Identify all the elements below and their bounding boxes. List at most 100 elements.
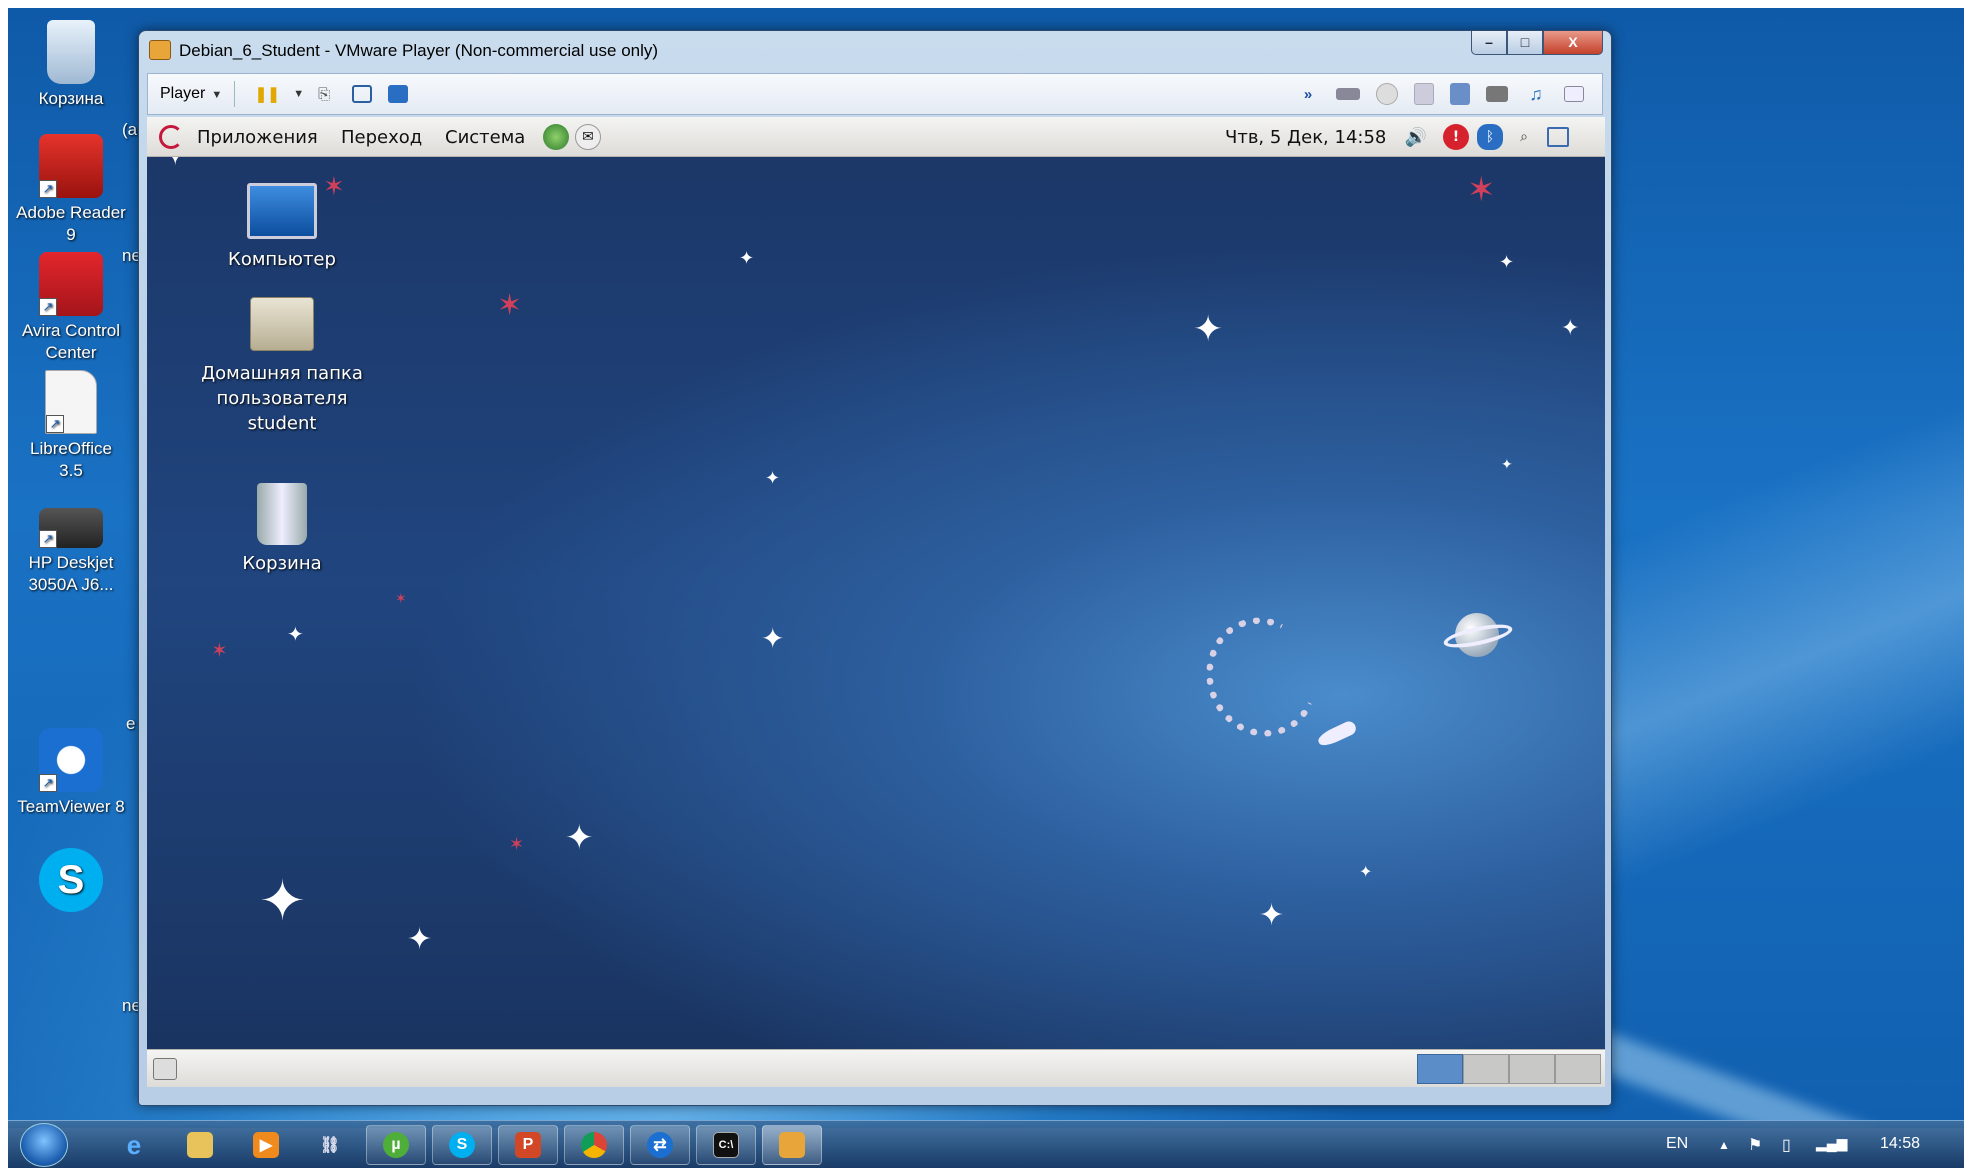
volume-icon[interactable]: 🔊 bbox=[1403, 124, 1429, 150]
star-decoration: ✶ bbox=[1467, 171, 1496, 209]
desktop-partial-label: (a bbox=[122, 120, 138, 139]
star-decoration: ✦ bbox=[1501, 456, 1513, 472]
unity-icon[interactable] bbox=[388, 85, 409, 103]
taskbar-cmd[interactable]: C:\ bbox=[696, 1125, 756, 1165]
chevron-down-icon: ▼ bbox=[211, 89, 223, 101]
menu-system[interactable]: Система bbox=[445, 127, 525, 148]
guest-icon-computer[interactable]: Компьютер bbox=[187, 183, 377, 272]
player-menu-button[interactable]: Player ▼ bbox=[160, 85, 222, 103]
taskbar-explorer[interactable] bbox=[170, 1125, 230, 1165]
bluetooth-icon[interactable]: ᛒ bbox=[1477, 124, 1503, 150]
network-icon: ⛓ bbox=[319, 1137, 341, 1154]
guest-desktop[interactable]: ✦ ✦ ✶ ✶ ✦ ✦ ✶ ✦ ✦ ✦ ✦ ✦ ✶ ✶ ✶ ✦ ✦ ✦ ✦ ✦ … bbox=[147, 117, 1605, 1049]
printer-icon[interactable] bbox=[1486, 86, 1508, 102]
sound-card-icon[interactable]: ♫ bbox=[1524, 83, 1548, 105]
star-decoration: ✦ bbox=[565, 819, 594, 857]
floppy-icon[interactable] bbox=[1414, 83, 1434, 105]
shortcut-arrow-icon: ↗ bbox=[39, 774, 57, 792]
taskbar-vmware-player[interactable] bbox=[762, 1125, 822, 1165]
show-hidden-icons-icon[interactable]: ▲ bbox=[1718, 1138, 1730, 1152]
star-decoration: ✦ bbox=[1259, 899, 1285, 932]
taskbar-media-player[interactable]: ▶ bbox=[236, 1125, 296, 1165]
workspace-2[interactable] bbox=[1463, 1054, 1509, 1084]
guest-icon-label: Домашняя папка пользователя student bbox=[201, 363, 363, 434]
action-center-flag-icon[interactable]: ⚑ bbox=[1748, 1135, 1762, 1155]
computer-icon bbox=[247, 183, 317, 239]
desktop-icon-libreoffice[interactable]: ↗ LibreOffice 3.5 bbox=[16, 370, 126, 482]
window-titlebar[interactable]: Debian_6_Student - VMware Player (Non-co… bbox=[139, 31, 1611, 69]
star-decoration: ✶ bbox=[509, 834, 525, 854]
star-decoration: ✦ bbox=[1499, 252, 1515, 272]
network-signal-icon[interactable]: ▂▄▆ bbox=[1816, 1135, 1847, 1152]
workspace-4[interactable] bbox=[1555, 1054, 1601, 1084]
vmware-app-icon bbox=[149, 40, 171, 60]
full-screen-icon[interactable] bbox=[352, 85, 373, 103]
vmware-toolbar: Player ▼ ❚❚ ▼ ⎘ » ♫ bbox=[147, 73, 1603, 115]
menu-places[interactable]: Переход bbox=[341, 127, 422, 148]
star-decoration: ✦ bbox=[761, 623, 785, 654]
vmware-app-icon bbox=[779, 1132, 805, 1158]
star-decoration: ✦ bbox=[1561, 315, 1580, 340]
star-decoration: ✦ bbox=[1193, 308, 1224, 349]
language-indicator[interactable]: EN bbox=[1666, 1135, 1688, 1153]
mail-launcher-icon[interactable]: ✉ bbox=[575, 124, 601, 150]
workspace-3[interactable] bbox=[1509, 1054, 1555, 1084]
search-icon[interactable]: ⌕ bbox=[1511, 124, 1537, 150]
taskbar-utorrent[interactable]: µ bbox=[366, 1125, 426, 1165]
panel-clock[interactable]: Чтв, 5 Дек, 14:58 bbox=[1225, 127, 1386, 148]
power-icon[interactable]: ▯ bbox=[1782, 1135, 1791, 1155]
taskbar-clock[interactable]: 14:58 bbox=[1880, 1135, 1920, 1153]
start-button[interactable] bbox=[20, 1123, 68, 1167]
message-log-icon[interactable] bbox=[1564, 86, 1584, 102]
printer-icon: ↗ bbox=[39, 508, 103, 548]
show-desktop-icon[interactable] bbox=[1547, 127, 1569, 147]
star-decoration: ✦ bbox=[287, 624, 304, 646]
network-adapter-icon[interactable] bbox=[1450, 83, 1470, 105]
send-ctrl-alt-del-icon[interactable]: ⎘ bbox=[312, 83, 336, 105]
hard-disk-icon[interactable] bbox=[1336, 88, 1360, 100]
desktop-icon-label: TeamViewer 8 bbox=[17, 797, 125, 816]
taskbar-chrome[interactable] bbox=[564, 1125, 624, 1165]
guest-icon-home-folder[interactable]: Домашняя папка пользователя student bbox=[187, 297, 377, 436]
rocket-decoration bbox=[1315, 719, 1359, 749]
expand-devices-icon[interactable]: » bbox=[1296, 83, 1320, 105]
teamviewer-icon: ↗ bbox=[39, 728, 103, 792]
desktop-icon-teamviewer[interactable]: ↗ TeamViewer 8 bbox=[16, 728, 126, 818]
guest-icon-label: Корзина bbox=[242, 553, 322, 574]
gnome-bottom-panel bbox=[147, 1049, 1605, 1087]
taskbar-skype[interactable]: S bbox=[432, 1125, 492, 1165]
workspace-1[interactable] bbox=[1417, 1054, 1463, 1084]
desktop-icon-label: Adobe Reader 9 bbox=[16, 203, 126, 244]
recycle-bin-icon bbox=[47, 20, 95, 84]
star-decoration: ✶ bbox=[211, 640, 228, 662]
close-button[interactable]: X bbox=[1543, 31, 1603, 55]
guest-icon-trash[interactable]: Корзина bbox=[187, 483, 377, 576]
minimize-button[interactable]: – bbox=[1471, 31, 1507, 55]
desktop-icon-avira[interactable]: ↗ Avira Control Center bbox=[16, 252, 126, 364]
skype-icon: S bbox=[39, 848, 103, 912]
taskbar-ie[interactable]: e bbox=[104, 1125, 164, 1165]
workspace-switcher[interactable] bbox=[1417, 1054, 1601, 1084]
taskbar-powerpoint[interactable]: P bbox=[498, 1125, 558, 1165]
pause-icon[interactable]: ❚❚ bbox=[255, 83, 280, 105]
desktop-icon-hp-deskjet[interactable]: ↗ HP Deskjet 3050A J6... bbox=[16, 496, 126, 596]
menu-applications[interactable]: Приложения bbox=[197, 127, 318, 148]
shortcut-arrow-icon: ↗ bbox=[39, 530, 57, 548]
taskbar-teamviewer[interactable]: ⇄ bbox=[630, 1125, 690, 1165]
star-decoration: ✦ bbox=[407, 923, 433, 956]
taskbar-network[interactable]: ⛓ bbox=[300, 1125, 360, 1165]
avira-icon: ↗ bbox=[39, 252, 103, 316]
maximize-button[interactable]: □ bbox=[1507, 31, 1543, 55]
shortcut-arrow-icon: ↗ bbox=[39, 180, 57, 198]
web-browser-launcher-icon[interactable] bbox=[543, 124, 569, 150]
debian-menu-icon[interactable] bbox=[159, 125, 183, 149]
chevron-down-icon[interactable]: ▼ bbox=[293, 88, 304, 100]
desktop-icon-skype[interactable]: S bbox=[16, 848, 126, 916]
desktop-icon-recycle-bin[interactable]: Корзина bbox=[16, 20, 126, 110]
show-desktop-icon[interactable] bbox=[153, 1058, 177, 1080]
star-decoration: ✦ bbox=[765, 468, 781, 488]
update-notifier-icon[interactable]: ! bbox=[1443, 124, 1469, 150]
cd-drive-icon[interactable] bbox=[1376, 83, 1398, 105]
vmware-player-window[interactable]: Debian_6_Student - VMware Player (Non-co… bbox=[138, 30, 1612, 1106]
desktop-icon-adobe-reader[interactable]: ↗ Adobe Reader 9 bbox=[16, 134, 126, 246]
